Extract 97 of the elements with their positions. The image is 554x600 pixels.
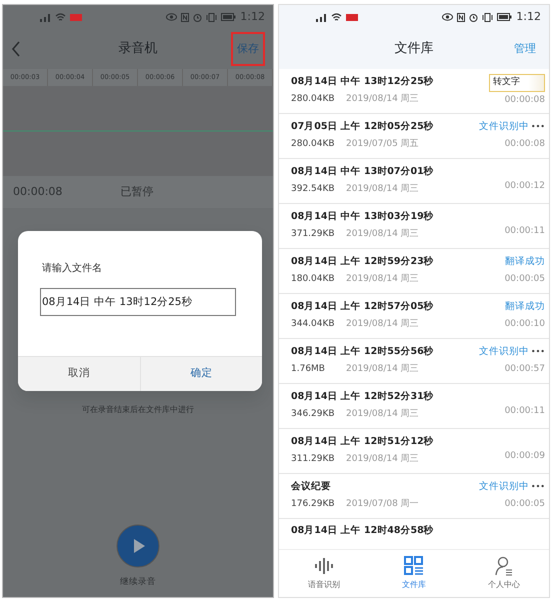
screen-title: 文件库 [394, 40, 434, 58]
file-name: 08月14日 上午 12时51分12秒 [291, 435, 434, 450]
file-name: 08月14日 上午 12时57分05秒 [291, 300, 434, 314]
play-button[interactable] [116, 524, 160, 568]
file-row[interactable]: 08月14日 中午 13时03分19秒 371.29KB 2019/08/14 周三 00:00:11 [279, 204, 549, 249]
file-row[interactable]: 08月14日 上午 12时55分56秒 1.76MB 2019/08/14 周三 文件识别中 ••• 00:00:57 [279, 339, 549, 384]
file-duration: 00:00:08 [504, 138, 545, 152]
wifi-icon [55, 12, 66, 22]
battery-icon [221, 13, 236, 21]
file-duration: 00:00:57 [504, 363, 545, 376]
file-row[interactable]: 08月14日 上午 12时51分12秒 311.29KB 2019/08/14 周三 00:00:09 [279, 429, 549, 474]
file-size: 180.04KB [291, 273, 336, 286]
file-name: 07月05日 上午 12时05分25秒 [291, 120, 434, 134]
file-date: 2019/08/14 周三 [346, 183, 419, 196]
more-dots: ••• [530, 481, 545, 494]
file-size: 344.04KB [291, 318, 336, 332]
file-date: 2019/08/14 周三 [346, 273, 419, 286]
nav-tab[interactable]: 个人中心 [459, 550, 549, 597]
file-duration: 00:00:05 [504, 498, 545, 512]
file-name: 08月14日 上午 12时59分23秒 [291, 255, 434, 270]
file-date: 2019/08/14 周三 [346, 93, 419, 106]
file-duration: 00:00:05 [504, 273, 545, 286]
status-text: 文件识别中 [478, 480, 529, 494]
status-time: 1:12 [240, 8, 265, 25]
file-duration: 00:00:09 [504, 450, 545, 463]
file-date: 2019/08/14 周三 [346, 408, 419, 422]
file-duration: 00:00:12 [504, 180, 545, 193]
sound-wave-icon [314, 556, 334, 576]
file-size: 176.29KB [291, 498, 336, 512]
file-duration: 00:00:10 [504, 318, 545, 332]
file-name: 08月14日 中午 13时07分01秒 [291, 165, 434, 180]
file-size: 392.54KB [291, 183, 336, 196]
file-row[interactable]: 08月14日 上午 12时59分23秒 180.04KB 2019/08/14 周三 翻译成功 00:00:05 [279, 249, 549, 294]
status-text: 文件识别中 [478, 345, 529, 360]
file-row[interactable]: 08月14日 上午 12时48分58秒 [279, 519, 549, 549]
more-dots: ••• [530, 346, 545, 358]
file-name: 08月14日 上午 12时55分56秒 [291, 345, 434, 360]
alarm-icon [469, 12, 478, 22]
file-row[interactable]: 08月14日 上午 12时52分31秒 346.29KB 2019/08/14 周三 00:00:11 [279, 384, 549, 429]
confirm-button[interactable]: 确定 [140, 357, 262, 391]
file-duration: 00:00:11 [504, 224, 545, 238]
status-text: 文件识别中 [478, 120, 529, 134]
file-size: 280.04KB [291, 93, 336, 106]
file-size: 311.29KB [291, 453, 336, 466]
data-badge-icon [346, 14, 358, 20]
screen-title: 录音机 [118, 40, 158, 58]
file-size: 346.29KB [291, 408, 336, 422]
nav-tab[interactable]: 文件库 [369, 550, 459, 597]
elapsed-time: 00:00:08 [13, 184, 62, 200]
file-date: 2019/08/14 周三 [346, 228, 419, 242]
status-text: 翻译成功 [505, 300, 545, 314]
status-text: 翻译成功 [505, 255, 545, 270]
file-date: 2019/07/08 周一 [346, 498, 419, 512]
wifi-icon [331, 12, 342, 22]
file-row[interactable]: 08月14日 中午 13时07分01秒 392.54KB 2019/08/14 周三 00:00:12 [279, 159, 549, 204]
nfc-icon [181, 12, 190, 22]
filename-field[interactable]: 08月14日 中午 13时12分25秒 [40, 288, 236, 316]
signal-icon [315, 12, 327, 22]
back-icon[interactable] [11, 41, 21, 57]
resume-label: 继续录音 [120, 576, 156, 589]
file-duration: 00:00:08 [504, 94, 545, 108]
file-row[interactable]: 08月14日 中午 13时12分25秒 280.04KB 2019/08/14 周三 转文字 00:00:08 [279, 69, 549, 114]
grid-icon [404, 556, 424, 576]
person-icon [494, 556, 514, 576]
file-size: 1.76MB [291, 363, 326, 376]
vibrate-icon [482, 12, 494, 22]
file-name: 08月14日 中午 13时03分19秒 [291, 210, 434, 224]
vibrate-icon [206, 12, 218, 22]
file-date: 2019/08/14 周三 [346, 453, 419, 466]
signal-icon [39, 12, 51, 22]
file-row[interactable]: 会议纪要 176.29KB 2019/07/08 周一 文件识别中 ••• 00:00:05 [279, 474, 549, 519]
file-size: 371.29KB [291, 228, 336, 242]
hint-text: 可在录音结束后在文件库中进行 [81, 404, 195, 416]
file-name: 会议纪要 [291, 480, 332, 494]
recording-state: 已暂停 [120, 184, 154, 200]
file-date: 2019/08/14 周三 [346, 363, 419, 376]
file-name: 08月14日 上午 12时48分58秒 [291, 524, 434, 538]
eye-icon [166, 13, 178, 21]
nfc-icon [457, 12, 466, 22]
file-date: 2019/08/14 周三 [346, 318, 419, 332]
more-dots: ••• [530, 121, 545, 134]
convert-button[interactable]: 转文字 [489, 74, 545, 92]
file-size: 280.04KB [291, 138, 336, 152]
dialog-title: 请输入文件名 [41, 262, 103, 276]
file-row[interactable]: 08月14日 上午 12时57分05秒 344.04KB 2019/08/14 周三 翻译成功 00:00:10 [279, 294, 549, 339]
data-badge-icon [70, 14, 82, 20]
eye-icon [442, 13, 454, 21]
file-duration: 00:00:11 [504, 404, 545, 418]
file-row[interactable]: 07月05日 上午 12时05分25秒 280.04KB 2019/07/05 周五 文件识别中 ••• 00:00:08 [279, 114, 549, 159]
status-time: 1:12 [516, 8, 541, 25]
file-date: 2019/07/05 周五 [346, 138, 419, 152]
alarm-icon [193, 12, 202, 22]
file-name: 08月14日 中午 13时12分25秒 [291, 75, 434, 90]
cancel-button[interactable]: 取消 [18, 357, 140, 391]
nav-tab[interactable]: 语音识别 [279, 550, 369, 597]
battery-icon [497, 13, 512, 21]
file-name: 08月14日 上午 12时52分31秒 [291, 390, 434, 404]
